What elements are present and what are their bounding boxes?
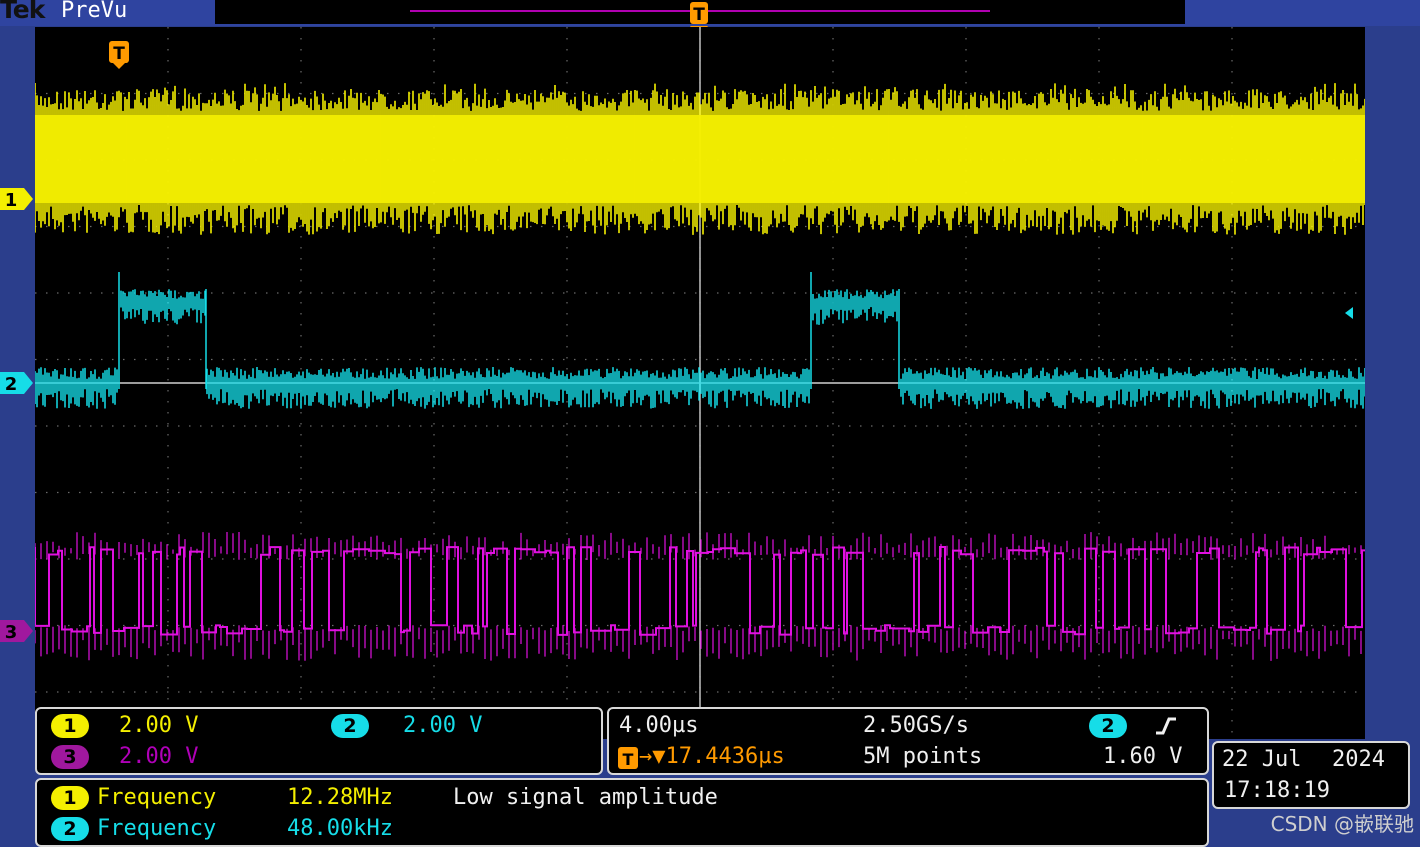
screen-trigger-marker: T bbox=[109, 41, 129, 69]
date-year: 2024 bbox=[1332, 747, 1385, 772]
sample-rate: 2.50GS/s bbox=[863, 713, 969, 738]
trigger-marker-label: T bbox=[693, 5, 705, 25]
svg-text:3: 3 bbox=[5, 622, 18, 643]
horizontal-trigger-panel[interactable]: 4.00µs 2.50GS/s 2 T →▼17.4436µs 5M point… bbox=[607, 707, 1209, 775]
waveform-display[interactable]: T bbox=[35, 27, 1365, 739]
watermark: CSDN @嵌联驰 bbox=[1270, 812, 1414, 836]
trigger-delay: →▼17.4436µs bbox=[639, 744, 785, 769]
measurement-1-badge: 1 bbox=[51, 786, 89, 810]
waveform-graticule: T bbox=[35, 27, 1365, 739]
svg-text:T: T bbox=[623, 750, 634, 769]
channel-2-marker[interactable]: 2 bbox=[0, 371, 34, 395]
vertical-settings-panel[interactable]: 1 2.00 V 2 2.00 V 3 2.00 V bbox=[35, 707, 603, 775]
acquisition-mode-label: PreVu bbox=[61, 0, 128, 23]
measurement-2-badge: 2 bbox=[51, 817, 89, 841]
trigger-source-badge: 2 bbox=[1089, 714, 1127, 738]
channel-1-badge: 1 bbox=[51, 714, 89, 738]
channel-1-scale: 2.00 V bbox=[119, 713, 199, 738]
top-status-bar: Tek PreVu T bbox=[0, 0, 1420, 38]
measurement-1-note: Low signal amplitude bbox=[453, 785, 718, 810]
channel-3-marker[interactable]: 3 bbox=[0, 619, 34, 643]
channel-3-badge: 3 bbox=[51, 745, 89, 769]
channel-2-scale: 2.00 V bbox=[403, 713, 483, 738]
measurement-1-label: Frequency bbox=[97, 785, 217, 810]
trigger-icon: T bbox=[618, 747, 638, 769]
measurement-1-value: 12.28MHz bbox=[287, 785, 393, 810]
time-per-division: 4.00µs bbox=[619, 713, 699, 738]
trigger-level-marker bbox=[1345, 307, 1353, 319]
screen-trigger-label: T bbox=[113, 44, 125, 64]
svg-text:2: 2 bbox=[5, 374, 18, 395]
datetime-panel: 22 Jul 2024 17:18:19 bbox=[1212, 741, 1410, 809]
channel-2-badge: 2 bbox=[331, 714, 369, 738]
measurement-2-value: 48.00kHz bbox=[287, 816, 393, 841]
record-length: 5M points bbox=[863, 744, 983, 769]
trigger-level: 1.60 V bbox=[1103, 744, 1183, 769]
time: 17:18:19 bbox=[1224, 778, 1330, 803]
measurements-panel[interactable]: 1 Frequency 12.28MHz Low signal amplitud… bbox=[35, 778, 1209, 847]
channel-1-marker[interactable]: 1 bbox=[0, 187, 34, 211]
channel-3-scale: 2.00 V bbox=[119, 744, 199, 769]
date-day: 22 Jul bbox=[1222, 747, 1302, 772]
svg-text:1: 1 bbox=[5, 190, 18, 211]
measurement-2-label: Frequency bbox=[97, 816, 217, 841]
rising-edge-icon bbox=[1156, 717, 1176, 735]
brand-logo: Tek bbox=[0, 0, 45, 24]
